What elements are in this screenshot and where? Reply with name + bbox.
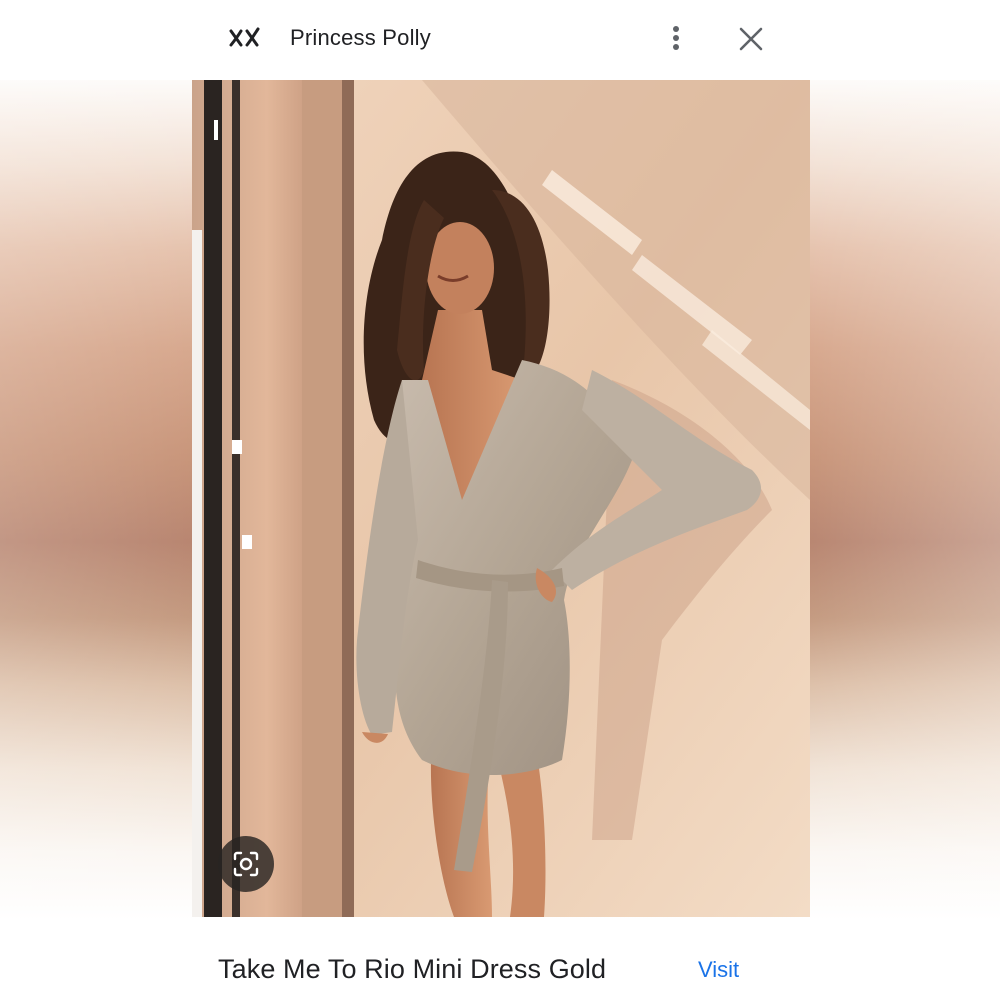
close-icon[interactable] (736, 24, 766, 54)
visit-link[interactable]: Visit (698, 957, 739, 983)
viewer-header: Princess Polly (192, 0, 810, 78)
source-name[interactable]: Princess Polly (290, 25, 431, 51)
product-image[interactable] (192, 80, 810, 917)
more-vert-icon[interactable] (662, 20, 690, 56)
lens-search-icon[interactable] (218, 836, 274, 892)
product-title[interactable]: Take Me To Rio Mini Dress Gold (218, 954, 606, 985)
xx-logo-icon[interactable] (228, 24, 262, 52)
viewer-footer: Take Me To Rio Mini Dress Gold Visit (0, 918, 1000, 1000)
